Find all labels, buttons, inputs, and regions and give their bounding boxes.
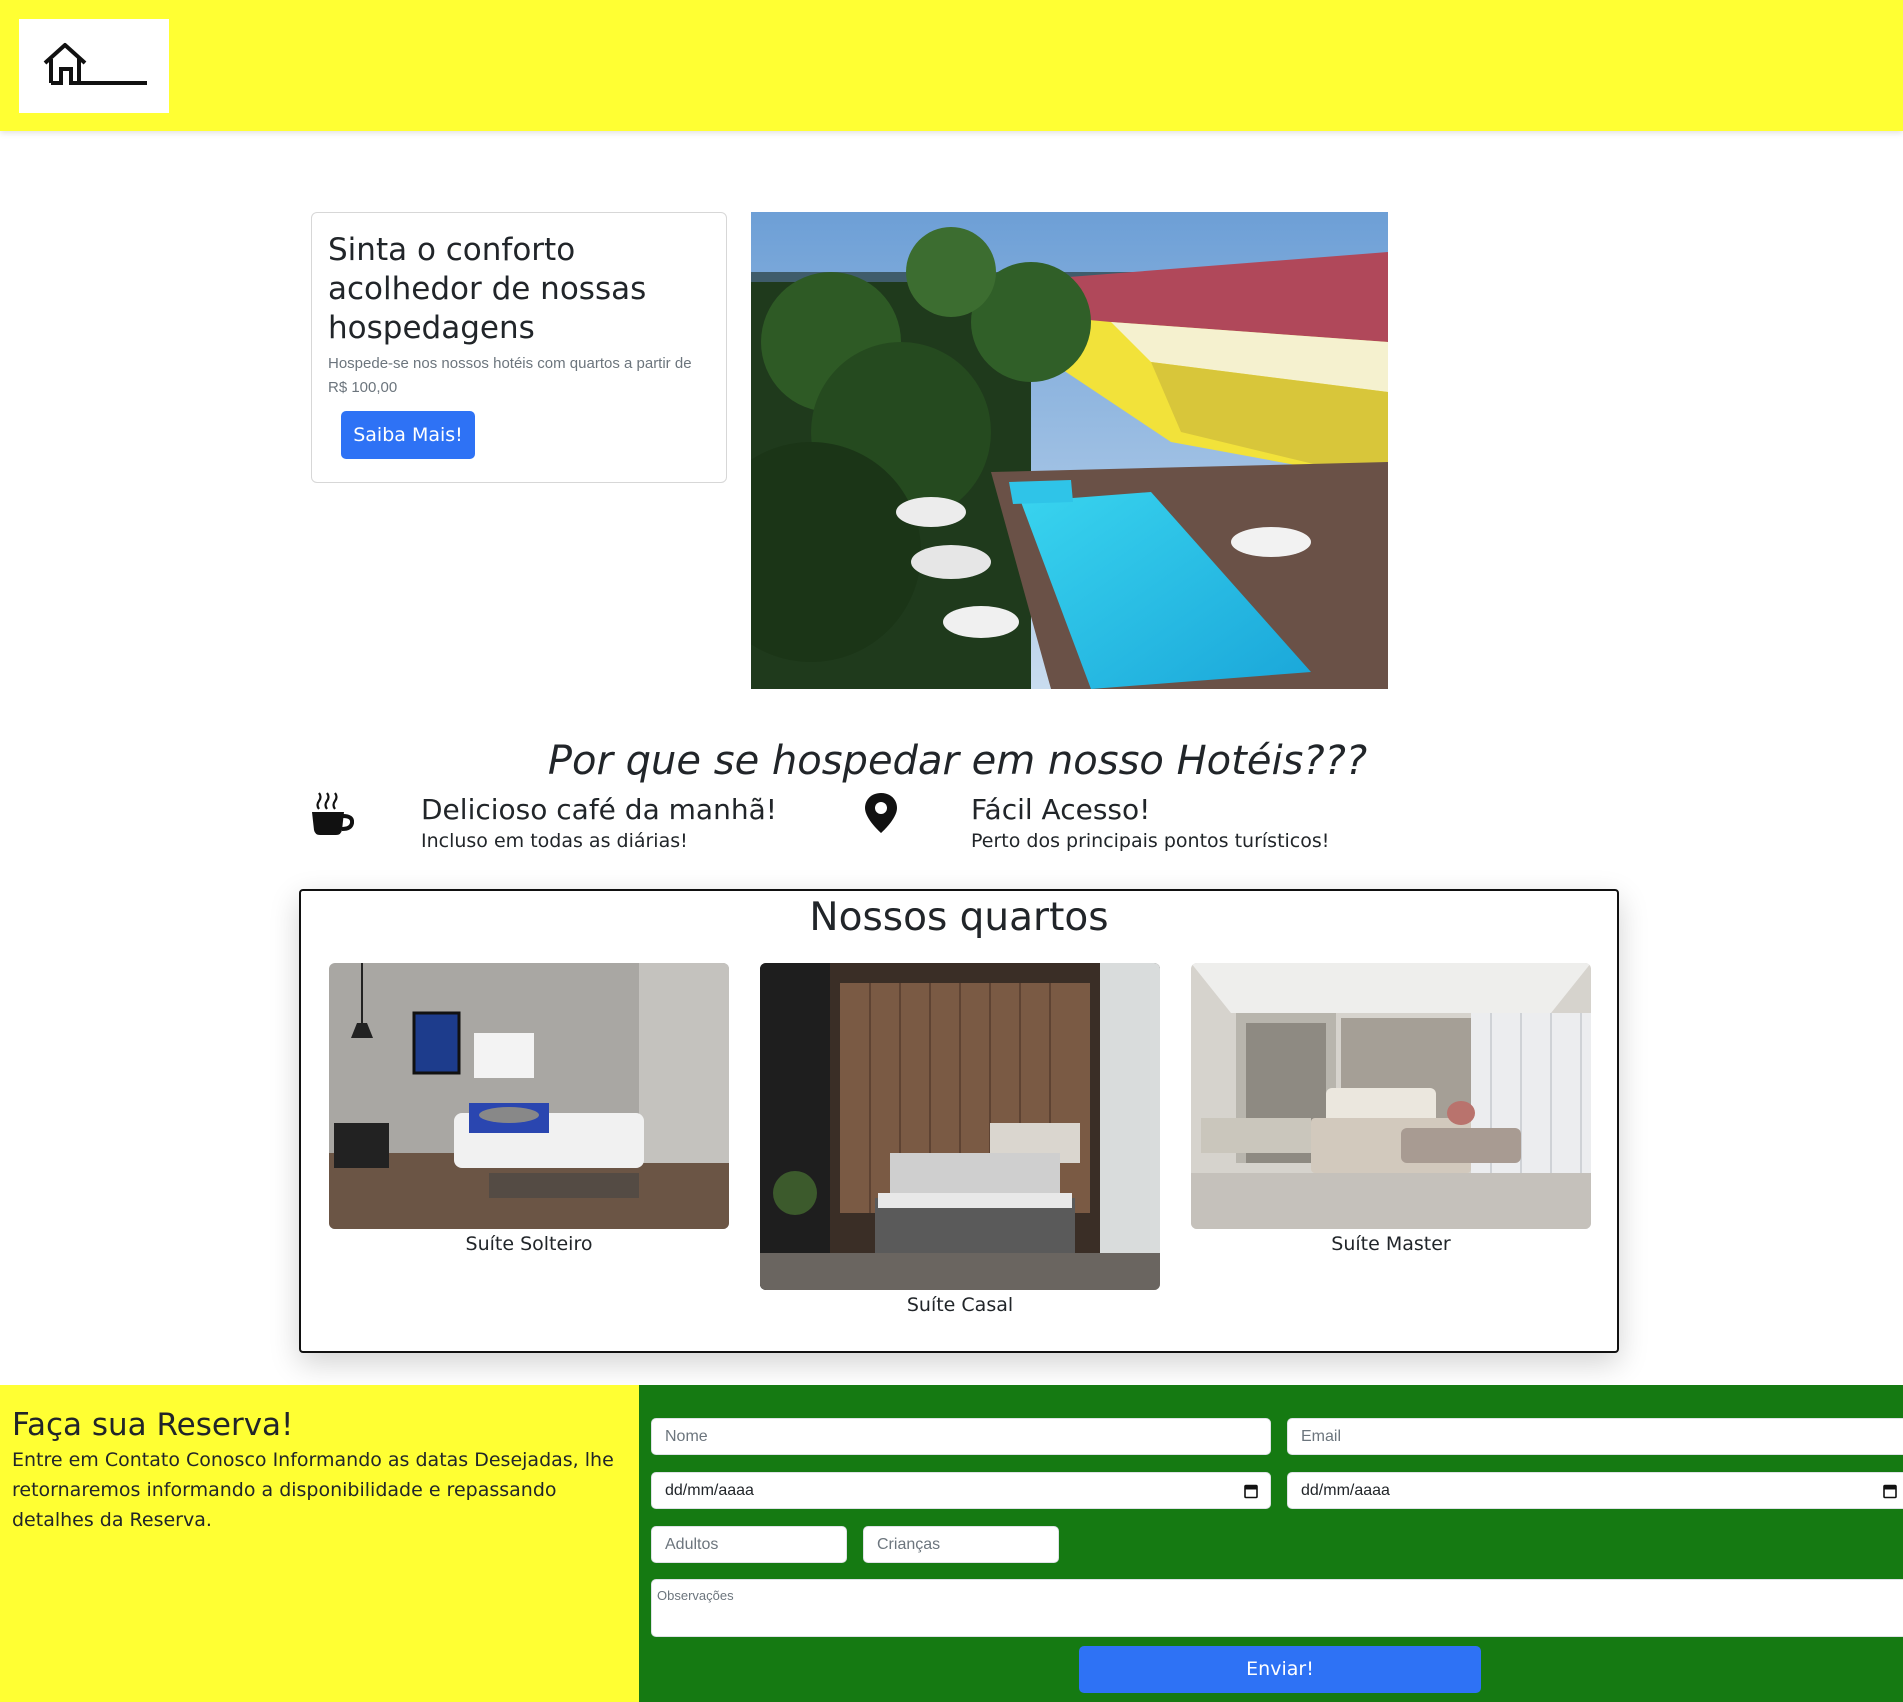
rooms-section: Nossos quartos Suíte Solteiro Suíte Casa…: [299, 889, 1619, 1353]
logo[interactable]: [19, 19, 169, 113]
room-label-master: Suíte Master: [1331, 1233, 1451, 1255]
email-placeholder: Email: [1301, 1427, 1342, 1445]
calendar-icon[interactable]: [1244, 1483, 1258, 1498]
feature-access-title: Fácil Acesso!: [971, 793, 1151, 826]
room-label-double: Suíte Casal: [906, 1294, 1014, 1316]
email-field[interactable]: Email: [1287, 1418, 1903, 1455]
room-card-master[interactable]: Suíte Master: [1191, 963, 1591, 1255]
name-field[interactable]: Nome: [651, 1418, 1271, 1455]
top-navbar: [0, 0, 1903, 131]
name-placeholder: Nome: [665, 1427, 708, 1445]
hero-card: Sinta o conforto acolhedor de nossas hos…: [311, 212, 727, 483]
calendar-icon[interactable]: [1883, 1483, 1897, 1498]
room-card-double[interactable]: Suíte Casal: [760, 963, 1160, 1316]
room-card-single[interactable]: Suíte Solteiro: [329, 963, 729, 1255]
checkout-placeholder: dd/mm/aaaa: [1301, 1481, 1390, 1499]
room-image-single: [329, 963, 729, 1229]
hero-title: Sinta o conforto acolhedor de nossas hos…: [328, 232, 647, 346]
hotel-pool-image: [751, 212, 1388, 689]
why-section-title: Por que se hospedar em nosso Hotéis???: [547, 738, 1368, 784]
coffee-cup-icon: [312, 792, 354, 835]
children-placeholder: Crianças: [877, 1535, 941, 1553]
learn-more-button[interactable]: Saiba Mais!: [341, 411, 475, 459]
notes-placeholder: Observações: [657, 1588, 734, 1603]
notes-textarea[interactable]: Observações: [651, 1579, 1903, 1637]
room-image-master: [1191, 963, 1591, 1229]
adults-field[interactable]: Adultos: [651, 1526, 847, 1563]
feature-access-subtitle: Perto dos principais pontos turísticos!: [971, 830, 1330, 852]
reservation-info: Faça sua Reserva! Entre em Contato Conos…: [0, 1385, 639, 1702]
checkout-date-field[interactable]: dd/mm/aaaa: [1287, 1472, 1903, 1509]
adults-placeholder: Adultos: [665, 1535, 719, 1553]
location-pin-icon: [865, 793, 897, 833]
house-outline-icon: [43, 43, 147, 85]
feature-breakfast-title: Delicioso café da manhã!: [421, 793, 777, 826]
hero-text: Hospede-se nos nossos hotéis com quartos…: [328, 355, 692, 396]
children-field[interactable]: Crianças: [863, 1526, 1059, 1563]
feature-breakfast-subtitle: Incluso em todas as diárias!: [421, 830, 688, 852]
submit-button[interactable]: Enviar!: [1079, 1646, 1481, 1693]
checkin-date-field[interactable]: dd/mm/aaaa: [651, 1472, 1271, 1509]
checkin-placeholder: dd/mm/aaaa: [665, 1481, 754, 1499]
rooms-title: Nossos quartos: [809, 895, 1109, 940]
reservation-text: Entre em Contato Conosco Informando as d…: [12, 1449, 614, 1531]
reservation-title: Faça sua Reserva!: [12, 1407, 294, 1443]
room-image-double: [760, 963, 1160, 1290]
room-label-single: Suíte Solteiro: [465, 1233, 593, 1255]
